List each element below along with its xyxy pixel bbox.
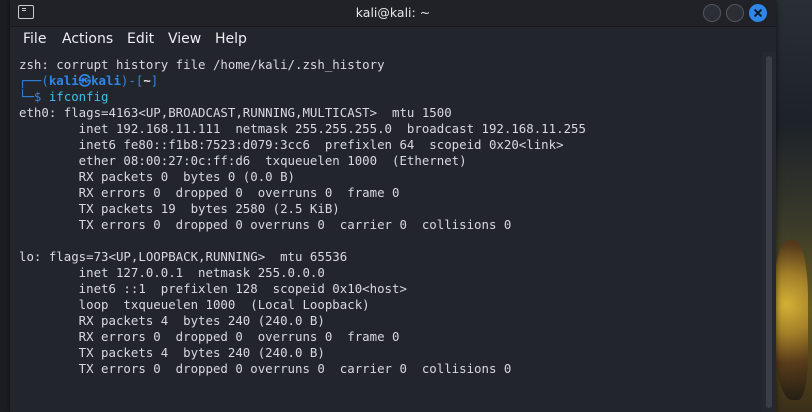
output-line: TX packets 19 bytes 2580 (2.5 KiB) xyxy=(19,201,340,216)
menu-view[interactable]: View xyxy=(168,31,201,47)
wallpaper-decoration xyxy=(772,240,808,400)
scrollbar-thumb[interactable] xyxy=(766,56,772,408)
menu-actions[interactable]: Actions xyxy=(62,31,113,47)
output-line: ether 08:00:27:0c:ff:d6 txqueuelen 1000 … xyxy=(19,153,467,168)
output-line: loop txqueuelen 1000 (Local Loopback) xyxy=(19,297,370,312)
maximize-button[interactable] xyxy=(726,4,744,22)
prompt-user: kali㉿kali xyxy=(48,73,121,88)
output-line: RX errors 0 dropped 0 overruns 0 frame 0 xyxy=(19,329,400,344)
menu-help[interactable]: Help xyxy=(215,31,247,47)
output-line: TX packets 4 bytes 240 (240.0 B) xyxy=(19,345,325,360)
command-text: ifconfig xyxy=(48,89,109,104)
close-button[interactable] xyxy=(749,4,767,22)
output-line: inet 127.0.0.1 netmask 255.0.0.0 xyxy=(19,265,325,280)
output-line: inet 192.168.11.111 netmask 255.255.255.… xyxy=(19,121,586,136)
output-line: RX packets 0 bytes 0 (0.0 B) xyxy=(19,169,296,184)
terminal-output[interactable]: zsh: corrupt history file /home/kali/.zs… xyxy=(10,52,762,412)
output-line: inet6 fe80::f1b8:7523:d079:3cc6 prefixle… xyxy=(19,137,564,152)
output-line: TX errors 0 dropped 0 overruns 0 carrier… xyxy=(19,217,512,232)
window-title: kali@kali: ~ xyxy=(355,5,431,20)
vertical-scrollbar[interactable] xyxy=(762,52,776,412)
output-line: inet6 ::1 prefixlen 128 scopeid 0x10<hos… xyxy=(19,281,407,296)
output-line: RX errors 0 dropped 0 overruns 0 frame 0 xyxy=(19,185,400,200)
title-bar[interactable]: kali@kali: ~ xyxy=(10,0,776,27)
prompt-line-2: └─$ ifconfig xyxy=(19,89,109,104)
menu-bar: File Actions Edit View Help xyxy=(10,27,776,52)
output-line: eth0: flags=4163<UP,BROADCAST,RUNNING,MU… xyxy=(19,105,452,120)
prompt-line-1: ┌──(kali㉿kali)-[~] xyxy=(19,73,159,88)
menu-edit[interactable]: Edit xyxy=(127,31,154,47)
output-line: TX errors 0 dropped 0 overruns 0 carrier… xyxy=(19,361,512,376)
prompt-path: ~ xyxy=(143,73,151,88)
output-line: lo: flags=73<UP,LOOPBACK,RUNNING> mtu 65… xyxy=(19,249,348,264)
minimize-button[interactable] xyxy=(703,4,721,22)
terminal-window: kali@kali: ~ File Actions Edit View Help… xyxy=(10,0,776,412)
output-line: RX packets 4 bytes 240 (240.0 B) xyxy=(19,313,325,328)
history-warning: zsh: corrupt history file /home/kali/.zs… xyxy=(19,57,385,72)
menu-file[interactable]: File xyxy=(23,31,46,47)
